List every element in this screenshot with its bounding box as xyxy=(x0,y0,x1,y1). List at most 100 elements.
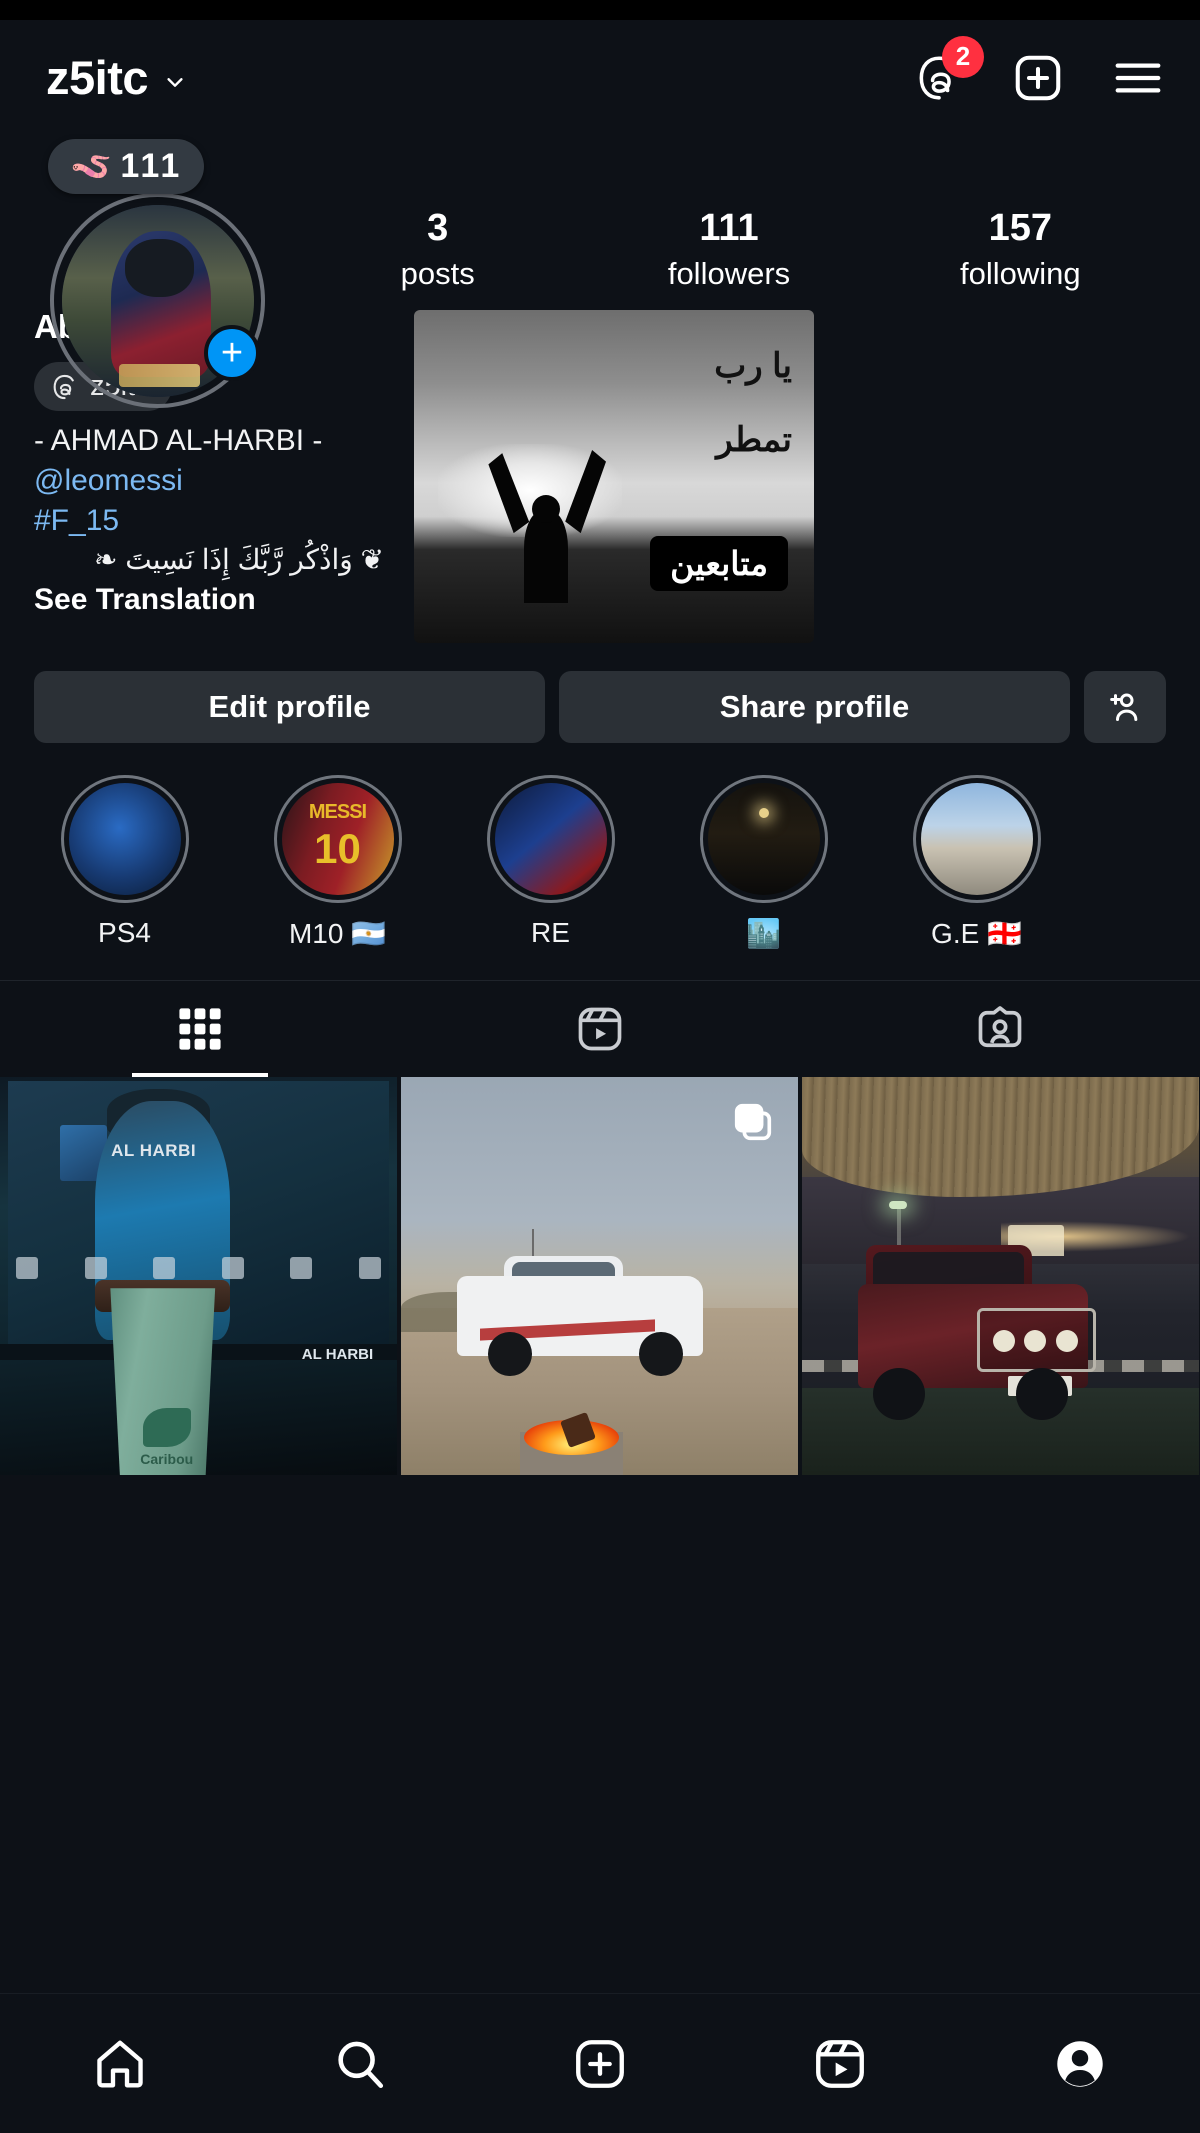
story-highlights: PS4 MESSI 10 M10 🇦🇷 RE 🏙️ G.E 🇬🇪 xyxy=(0,743,1200,950)
tab-grid[interactable] xyxy=(0,981,400,1077)
nav-reels[interactable] xyxy=(720,2035,960,2093)
highlight-label: PS4 xyxy=(98,917,151,949)
stat-value: 3 xyxy=(427,207,449,249)
add-person-icon xyxy=(1110,693,1138,722)
cover-streetlight xyxy=(759,807,770,818)
highlight-label: M10 🇦🇷 xyxy=(288,918,387,950)
highlight-ring xyxy=(699,775,828,904)
post-pickup-fire[interactable] xyxy=(401,1077,798,1476)
carousel-icon xyxy=(730,1099,776,1150)
highlight-cover xyxy=(707,783,820,896)
ps-icon xyxy=(290,1257,313,1280)
post-overlay-text: AL HARBI xyxy=(111,1141,197,1161)
coffee-logo-text: Caribou xyxy=(140,1451,194,1468)
nav-profile[interactable] xyxy=(960,2035,1200,2093)
nav-home[interactable] xyxy=(0,2035,240,2093)
note-text: 111 xyxy=(120,147,183,185)
account-switcher[interactable]: z5itc xyxy=(46,50,186,105)
grass-foreground xyxy=(802,1387,1199,1476)
tab-reels[interactable] xyxy=(400,981,800,1077)
highlight-label: RE xyxy=(531,917,570,949)
highlight-city[interactable]: 🏙️ xyxy=(669,775,858,950)
nav-create[interactable] xyxy=(480,2035,720,2093)
stat-label: posts xyxy=(400,255,475,291)
highlight-label: 🏙️ xyxy=(746,918,781,950)
highlight-ring xyxy=(486,775,615,904)
header-actions: 2 xyxy=(910,35,1166,106)
highlight-cover xyxy=(920,783,1033,896)
spot-light xyxy=(992,1329,1015,1352)
grid-icon xyxy=(179,1008,221,1050)
stat-value: 157 xyxy=(988,207,1053,249)
highlight-label: G.E 🇬🇪 xyxy=(931,918,1022,950)
menu-button[interactable] xyxy=(1110,50,1166,106)
profile-stats: 3 posts 111 followers 157 following xyxy=(284,153,1166,294)
add-story-button[interactable]: + xyxy=(204,325,260,381)
coffee-logo-icon xyxy=(142,1407,191,1448)
threads-badge: 2 xyxy=(942,35,984,78)
bio-mention-link[interactable]: @leomessi xyxy=(34,461,384,501)
profile-summary-row: 🪱 111 + 3 posts 111 followers 157 follow… xyxy=(0,135,1200,408)
create-button[interactable] xyxy=(1010,50,1066,106)
stat-followers[interactable]: 111 followers xyxy=(583,205,874,294)
card-arabic-line-2: تمطر xyxy=(716,421,792,460)
search-icon xyxy=(338,2041,384,2088)
ps-icon xyxy=(359,1257,382,1280)
stat-posts[interactable]: 3 posts xyxy=(292,205,583,294)
stat-label: followers xyxy=(667,255,791,291)
highlight-ring: MESSI 10 xyxy=(273,775,402,904)
reels-icon xyxy=(816,2039,864,2088)
reels-icon xyxy=(578,1008,622,1051)
instagram-profile-screen: z5itc 2 🪱 111 + 3 posts 111 followers 15… xyxy=(0,0,1200,2133)
pinned-profile-card[interactable]: يا رب تمطر متابعين xyxy=(414,310,814,644)
ps-icon xyxy=(153,1257,176,1280)
bottom-navigation xyxy=(0,1993,1200,2133)
bio-arabic-verse: ❦ وَاذْكُر رَّبَّكَ إِذَا نَسِيتَ ❧ xyxy=(93,544,384,576)
pointing-hand-icon: 🪱 xyxy=(70,147,113,186)
threads-button[interactable]: 2 xyxy=(910,35,984,106)
highlight-ge[interactable]: G.E 🇬🇪 xyxy=(882,775,1071,950)
profile-avatar-icon xyxy=(1057,2040,1103,2087)
discover-people-button[interactable] xyxy=(1084,671,1166,744)
tab-tagged[interactable] xyxy=(800,981,1200,1077)
profile-tabs xyxy=(0,980,1200,1077)
stat-value: 111 xyxy=(699,207,759,249)
edit-profile-button[interactable]: Edit profile xyxy=(34,671,545,744)
card-silhouette xyxy=(486,444,606,604)
coffee-cup xyxy=(110,1288,216,1476)
highlight-re[interactable]: RE xyxy=(456,775,645,950)
post-suv-night[interactable] xyxy=(802,1077,1199,1476)
ps-icon xyxy=(221,1257,244,1280)
highlight-ps4[interactable]: PS4 xyxy=(30,775,219,950)
street-lamp-light xyxy=(889,1200,908,1209)
home-icon xyxy=(97,2040,143,2087)
profile-header: z5itc 2 xyxy=(0,20,1200,135)
avatar-column: 🪱 111 + xyxy=(34,139,284,408)
post-bar-text: AL HARBI xyxy=(301,1346,374,1364)
profile-action-buttons: Edit profile Share profile xyxy=(0,643,1200,744)
share-profile-button[interactable]: Share profile xyxy=(559,671,1070,744)
post-icon-row xyxy=(15,1256,382,1280)
card-followers-badge: متابعين xyxy=(650,536,788,592)
nav-search[interactable] xyxy=(240,2035,480,2093)
avatar-detail xyxy=(124,239,194,297)
bio-hashtag-link[interactable]: #F_15 xyxy=(34,501,384,541)
header-username: z5itc xyxy=(46,51,149,104)
post-ps4-coffee[interactable]: AL HARBI AL HARBI Caribou xyxy=(0,1077,397,1476)
cover-text: MESSI xyxy=(308,801,367,824)
suv-wheel-front xyxy=(873,1367,926,1420)
avatar-jersey-sponsor xyxy=(119,363,200,387)
profile-card-column: يا رب تمطر متابعين xyxy=(384,308,1166,644)
plus-box-icon xyxy=(576,2039,624,2088)
highlight-m10[interactable]: MESSI 10 M10 🇦🇷 xyxy=(243,775,432,950)
stat-label: following xyxy=(960,255,1081,291)
suv-wheel-rear xyxy=(1016,1367,1068,1420)
ps-icon xyxy=(84,1257,107,1280)
silhouette-arm-left xyxy=(488,453,530,534)
bio-line-name: - AHMAD AL-HARBI - xyxy=(34,424,323,458)
see-translation-button[interactable]: See Translation xyxy=(34,583,384,617)
carousel-glyph xyxy=(734,1104,772,1141)
profile-note-bubble[interactable]: 🪱 111 xyxy=(48,139,205,194)
stat-following[interactable]: 157 following xyxy=(875,205,1166,294)
posts-grid: AL HARBI AL HARBI Caribou xyxy=(0,1077,1200,1476)
